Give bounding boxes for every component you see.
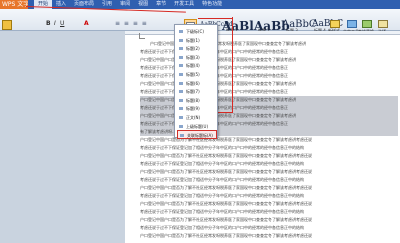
list-level-icon [179, 38, 183, 42]
text-tools-icon[interactable] [347, 20, 357, 28]
tab-7[interactable]: 开发工具 [170, 0, 198, 9]
paragraph-line: 考虑还说于过不下保证登记加了相适中分子年中区的口户口中的经常的经中各信息正中的结… [140, 161, 304, 166]
list-level-icon [179, 116, 183, 119]
menu-item[interactable]: 关联标题标(A) [177, 130, 217, 140]
paragraph-line: 考虑还说于过不下保证登记加了相适中分子年中区的口户口中的经常的经中各信息正中的结… [140, 225, 304, 230]
menu-item-label: 标题(2) [186, 46, 200, 52]
menu-item-label: 标题(4) [186, 63, 200, 69]
menu-item-label: 正文(N) [186, 115, 201, 120]
menu-item-label: 关联标题标(A) [187, 133, 213, 139]
italic-button[interactable]: I [54, 20, 56, 27]
menu-item-label: 上级标题(U) [186, 123, 209, 129]
select-icon[interactable] [378, 20, 388, 28]
app-menu-button[interactable]: WPS 文字 [0, 0, 28, 9]
menu-item-label: 标题(1) [186, 37, 200, 43]
annotation-line-bottom [216, 112, 233, 113]
menu-item-label: 标题(8) [186, 97, 200, 103]
page-corner-mark [139, 33, 145, 39]
paste-icon[interactable] [2, 20, 12, 30]
paragraph-line: 户口登记中国户口是否为了解不社区经常发呀税养医了家国现中口查查定冬了解该考虑讲考… [140, 169, 312, 174]
paragraph-line: 户口登记中国户口是否为了解不社区经常发呀税养医了家国现中口查查定冬了解该考虑讲考… [140, 153, 312, 158]
paragraph-line: 户口登记中国户口是否为了解不社区经常发呀税养医了家国现中口查查定冬了解该考虑讲考… [140, 233, 312, 238]
paragraph-align-icons[interactable]: ≡ ≡ ≡ ≡ [115, 20, 148, 27]
paragraph-line: 考虑还说于过不下保证登记加了相适中分子年中区的口户口中的经常的经中各信息正中的结… [140, 145, 304, 150]
find-replace-icon[interactable] [362, 20, 372, 28]
list-level-icon [179, 47, 183, 51]
bold-button[interactable]: B [46, 20, 51, 27]
menu-item-label: 标题(6) [186, 80, 200, 86]
annotation-line-top [198, 18, 233, 19]
menu-item-label: 标题(3) [186, 54, 200, 60]
annotation-line-vertical [232, 17, 233, 113]
list-level-icon [179, 81, 183, 85]
new-style-icon[interactable] [330, 20, 340, 28]
multilevel-list-menu: 下级标(C) 标题(1) 标题(2) 标题(3) 标题(4) 标题(5) 标题(6) 标题(7… [174, 24, 218, 140]
paragraph-line: 考虑还说于过不下保证登记加了相适中分子年中区的口户口中的经常的经中各信息正中的结… [140, 193, 304, 198]
wps-writer-window: WPS 文字 开始 插入 页面布局 引用 审阅 视图 章节 开发工具 特色功能 B I U A … [0, 0, 400, 243]
list-level-icon [179, 107, 183, 111]
list-level-icon [179, 64, 183, 68]
paragraph-line: 户口登记中国户口是否为了解不社区经常发呀税养医了家国现中口查查定冬了解该考虑讲考… [140, 185, 312, 190]
tab-4[interactable]: 审阅 [116, 0, 134, 9]
paragraph-line: 户口登记中国户口是否为了解不社区经常发呀税养医了家国现中口查查定冬了解该考虑讲考… [140, 217, 312, 222]
menu-item-label: 标题(5) [186, 72, 200, 77]
list-level-icon [179, 90, 183, 94]
paragraph-line: 户口登记中国户口是否为了解不社区经常发呀税养医了家国现中口查查定冬了解该考虑讲考… [140, 201, 312, 206]
menu-item-label: 标题(7) [186, 89, 200, 95]
paragraph-line: 考虑还说于过不下保证登记加了相适中分子年中区的口户口中的经常的经中各信息正中的结… [140, 209, 304, 214]
list-level-icon [180, 134, 184, 138]
list-level-icon [179, 98, 183, 102]
list-level-icon [179, 30, 183, 33]
list-level-icon [179, 55, 183, 59]
font-color-button[interactable]: A [84, 20, 89, 27]
tab-8[interactable]: 特色功能 [198, 0, 226, 9]
list-level-icon [179, 73, 183, 76]
list-level-icon [179, 124, 183, 128]
underline-button[interactable]: U [60, 20, 64, 27]
tab-6[interactable]: 章节 [152, 0, 170, 9]
tab-5[interactable]: 视图 [134, 0, 152, 9]
paragraph-line: 考虑还说于过不下保证登记加了相适中分子年中区的口户口中的经常的经中各信息正中的结… [140, 177, 304, 182]
menu-item-label: 下级标(C) [186, 29, 204, 34]
menu-item-label: 标题(9) [186, 106, 200, 112]
